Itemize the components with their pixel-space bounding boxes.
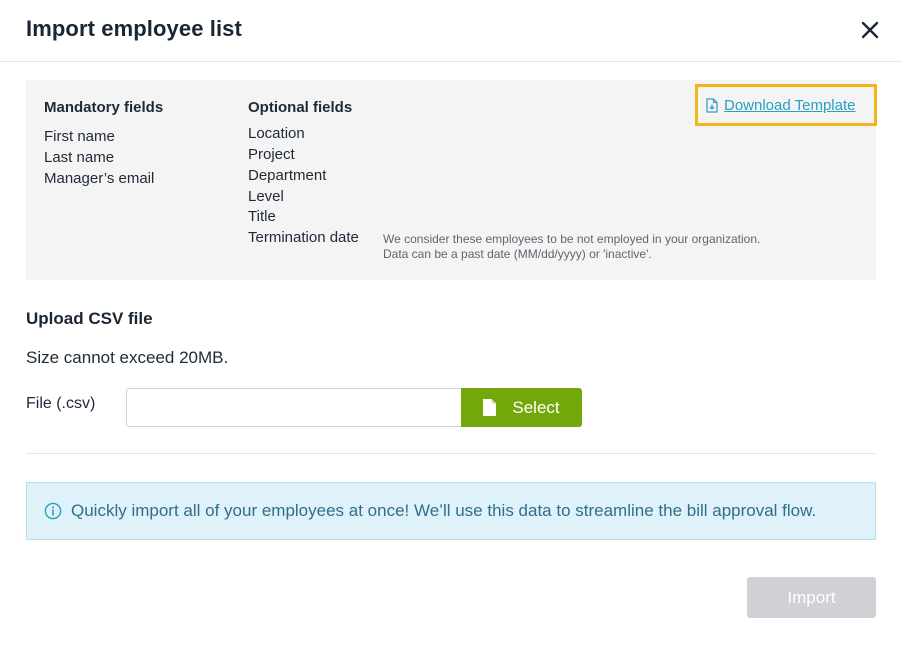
file-icon bbox=[483, 399, 497, 416]
mandatory-field-manager-email: Manager’s email bbox=[44, 170, 155, 187]
dialog-header: Import employee list bbox=[0, 0, 902, 62]
termination-note-line: We consider these employees to be not em… bbox=[383, 232, 761, 246]
optional-field-title: Title bbox=[248, 208, 276, 225]
select-file-button[interactable]: Select bbox=[461, 388, 582, 427]
info-banner: Quickly import all of your employees at … bbox=[26, 482, 876, 540]
upload-section-heading: Upload CSV file bbox=[26, 309, 153, 328]
mandatory-field-first-name: First name bbox=[44, 128, 115, 145]
optional-field-location: Location bbox=[248, 125, 305, 142]
close-icon bbox=[861, 21, 879, 39]
file-field-label: File (.csv) bbox=[26, 395, 96, 412]
termination-note-line: Data can be a past date (MM/dd/yyyy) or … bbox=[383, 247, 652, 261]
download-template-label[interactable]: Download Template bbox=[724, 97, 855, 114]
optional-field-project: Project bbox=[248, 146, 295, 163]
document-download-icon bbox=[706, 97, 718, 113]
termination-date-note: We consider these employees to be not em… bbox=[383, 232, 813, 262]
mandatory-fields-heading: Mandatory fields bbox=[44, 99, 164, 116]
select-file-label: Select bbox=[512, 397, 560, 417]
info-message: Quickly import all of your employees at … bbox=[71, 501, 817, 520]
import-button[interactable]: Import bbox=[747, 577, 876, 618]
optional-field-department: Department bbox=[248, 167, 327, 184]
fields-panel: Mandatory fields First name Last name Ma… bbox=[26, 80, 877, 280]
close-button[interactable] bbox=[858, 18, 882, 42]
info-icon bbox=[44, 502, 62, 520]
optional-field-level: Level bbox=[248, 188, 284, 205]
dialog-title: Import employee list bbox=[26, 16, 242, 41]
mandatory-field-last-name: Last name bbox=[44, 149, 115, 166]
download-template-link[interactable]: Download Template bbox=[695, 84, 877, 126]
file-size-note: Size cannot exceed 20MB. bbox=[26, 348, 229, 367]
optional-fields-heading: Optional fields bbox=[248, 99, 353, 116]
optional-field-termination-date: Termination date bbox=[248, 229, 359, 246]
file-path-input[interactable] bbox=[126, 388, 462, 427]
section-divider bbox=[26, 453, 876, 454]
